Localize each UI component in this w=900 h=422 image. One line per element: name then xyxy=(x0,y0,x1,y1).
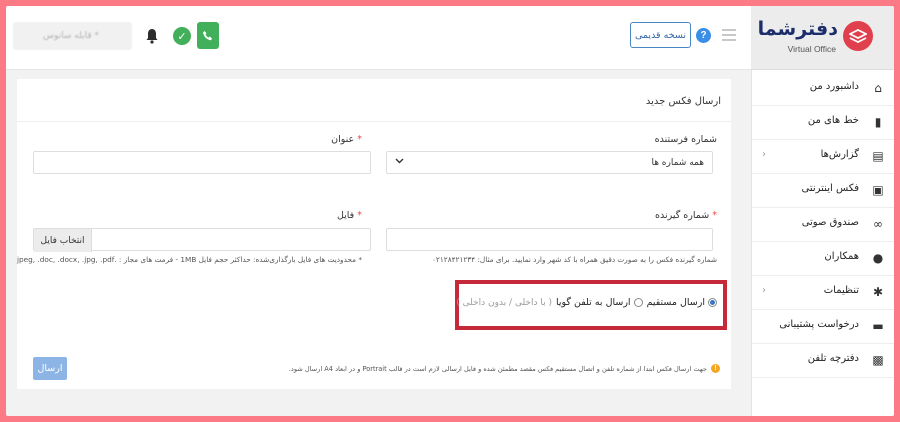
chevron-down-icon xyxy=(395,157,404,167)
sidebar-item-label: گزارش‌ها xyxy=(820,149,859,160)
users-icon: ● xyxy=(872,251,884,265)
phone-icon[interactable] xyxy=(197,22,219,49)
send-method-radio-group: ارسال مستقیم ارسال به تلفن گویا ( با داخ… xyxy=(456,297,717,308)
sidebar-item-label: خط های من xyxy=(807,115,859,126)
required-mark: * xyxy=(712,210,717,221)
bell-icon[interactable] xyxy=(144,27,160,45)
fax-icon: ▣ xyxy=(872,183,884,197)
file-hint: * محدودیت های فایل بارگذاری‌شده: حداکثر … xyxy=(17,255,362,264)
subject-label-text: عنوان xyxy=(331,134,355,145)
receiver-hint: شماره گیرنده فکس را به صورت دقیق همراه ب… xyxy=(432,255,717,264)
sidebar-item-label: صندوق صوتی xyxy=(801,217,859,228)
direct-send-radio[interactable] xyxy=(708,298,717,307)
sidebar-item-label: دفترچه تلفن xyxy=(807,353,859,364)
sender-label: شماره فرستنده xyxy=(654,134,717,145)
info-text: جهت ارسال فکس ابتدا از شماره تلفن و اتصا… xyxy=(288,364,707,373)
sidebar-item-internet-fax[interactable]: ▣ فکس اینترنتی xyxy=(752,174,894,208)
sidebar-item-label: فکس اینترنتی xyxy=(801,183,859,194)
divider xyxy=(17,121,731,122)
voicemail-icon: ∞ xyxy=(873,217,883,231)
old-version-button[interactable]: نسخه قدیمی xyxy=(630,22,691,48)
sidebar-item-reports[interactable]: ▤ گزارش‌ها ‹ xyxy=(752,140,894,174)
send-method-highlight: ارسال مستقیم ارسال به تلفن گویا ( با داخ… xyxy=(455,280,727,330)
sidebar-item-support[interactable]: ▬ درخواست پشتیبانی xyxy=(752,310,894,344)
receiver-label: * شماره گیرنده xyxy=(655,210,717,221)
required-mark: * xyxy=(357,210,362,221)
file-label: * فایل xyxy=(337,210,362,221)
chevron-left-icon: ‹ xyxy=(762,149,766,160)
sender-select[interactable]: همه شماره ها xyxy=(386,151,713,174)
subject-input[interactable] xyxy=(33,151,371,174)
send-fax-card: ارسال فکس جدید شماره فرستنده همه شماره ه… xyxy=(17,79,731,389)
sim-icon: ▮ xyxy=(874,115,882,129)
report-icon: ▤ xyxy=(872,149,884,163)
sidebar-item-dashboard[interactable]: ⌂ داشبورد من xyxy=(752,72,894,106)
home-icon: ⌂ xyxy=(874,81,882,95)
help-icon[interactable]: ? xyxy=(696,28,711,43)
info-note: ! جهت ارسال فکس ابتدا از شماره تلفن و ات… xyxy=(289,364,720,373)
sidebar-item-settings[interactable]: ✱ تنظیمات ‹ xyxy=(752,276,894,310)
brand-title: دفترشما xyxy=(757,18,838,40)
sidebar-item-phonebook[interactable]: ▩ دفترچه تلفن xyxy=(752,344,894,378)
chevron-left-icon: ‹ xyxy=(762,285,766,296)
sidebar-item-label: داشبورد من xyxy=(809,81,859,92)
sender-select-value: همه شماره ها xyxy=(651,157,704,168)
receiver-label-text: شماره گیرنده xyxy=(655,210,710,221)
search-input[interactable]: قابله سانوس * xyxy=(13,22,132,50)
gear-icon: ✱ xyxy=(872,285,884,299)
sidebar-item-label: تنظیمات xyxy=(823,285,859,296)
choose-file-button[interactable]: انتخاب فایل xyxy=(34,229,92,252)
sidebar: ⌂ داشبورد من ▮ خط های من ▤ گزارش‌ها ‹ ▣ … xyxy=(751,70,894,416)
ivr-send-radio[interactable] xyxy=(633,298,643,307)
info-icon: ! xyxy=(711,364,720,373)
sidebar-item-colleagues[interactable]: ● همکاران xyxy=(752,242,894,276)
sidebar-item-label: درخواست پشتیبانی xyxy=(779,319,859,330)
required-mark: * xyxy=(357,134,362,145)
contacts-icon: ▩ xyxy=(872,353,884,367)
file-label-text: فایل xyxy=(336,210,355,221)
ivr-send-label[interactable]: ارسال به تلفن گویا xyxy=(556,297,631,308)
top-header: قابله سانوس * ✓ نسخه قدیمی ? xyxy=(6,6,751,70)
logo-mark-icon xyxy=(843,21,873,51)
page-title: ارسال فکس جدید xyxy=(645,96,721,107)
sidebar-item-voicemail[interactable]: ∞ صندوق صوتی xyxy=(752,208,894,242)
app-window: قابله سانوس * ✓ نسخه قدیمی ? دفترشما Vir… xyxy=(6,6,894,416)
sidebar-item-label: همکاران xyxy=(824,251,859,262)
direct-send-label[interactable]: ارسال مستقیم xyxy=(647,297,705,308)
brand-logo[interactable]: دفترشما Virtual Office xyxy=(751,6,894,70)
subject-label: * عنوان xyxy=(331,134,362,145)
send-button[interactable]: ارسال xyxy=(33,357,67,380)
ticket-icon: ▬ xyxy=(872,319,884,333)
brand-subtitle: Virtual Office xyxy=(787,44,836,54)
ivr-send-sublabel: ( با داخلی / بدون داخلی ) xyxy=(456,297,552,308)
menu-icon[interactable] xyxy=(722,29,736,41)
sidebar-item-my-lines[interactable]: ▮ خط های من xyxy=(752,106,894,140)
file-input[interactable]: انتخاب فایل xyxy=(33,228,371,252)
receiver-input[interactable] xyxy=(386,228,713,251)
verified-icon: ✓ xyxy=(173,27,191,45)
